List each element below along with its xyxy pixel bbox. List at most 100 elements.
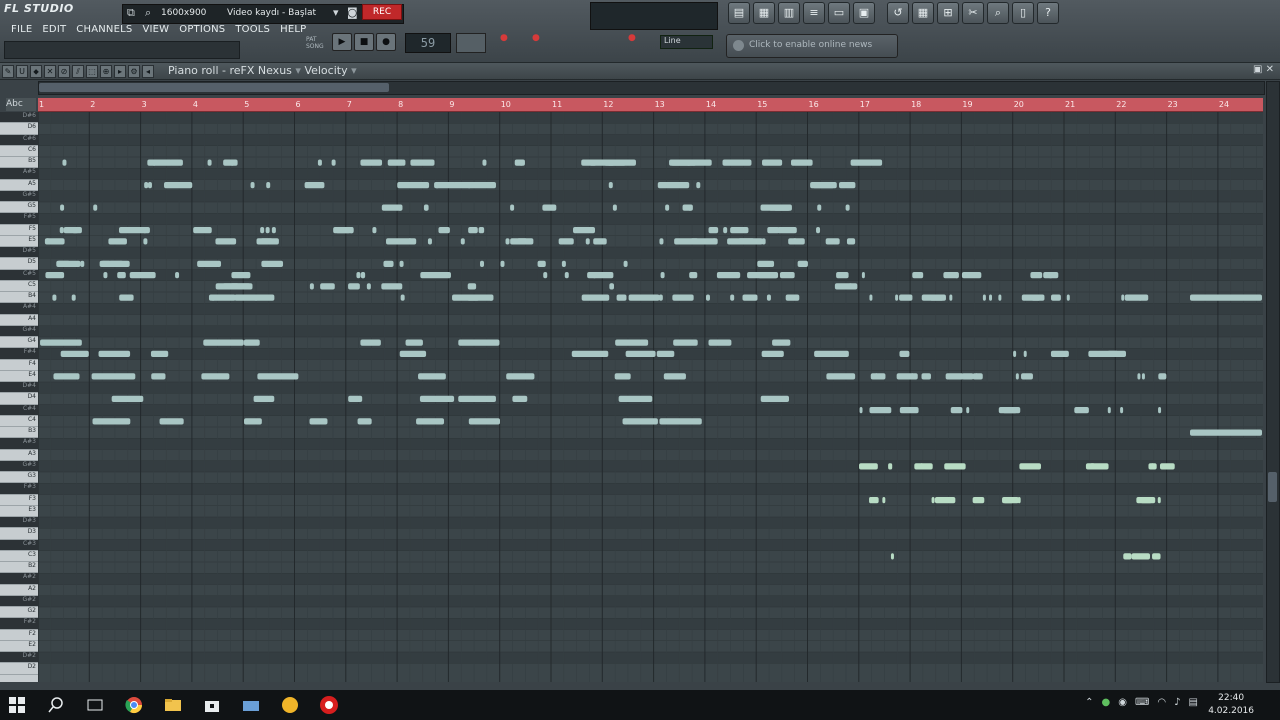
note[interactable] (197, 260, 222, 267)
piano-key-asharp5[interactable]: A#5 (0, 168, 38, 180)
recorder-app-icon[interactable] (319, 695, 339, 715)
note[interactable] (931, 497, 935, 504)
piano-key-asharp3[interactable]: A#3 (0, 438, 38, 450)
note[interactable] (869, 407, 892, 414)
note[interactable] (231, 272, 251, 279)
piano-key-dsharp4[interactable]: D#4 (0, 382, 38, 394)
piano-key-gsharp3[interactable]: G#3 (0, 460, 38, 472)
task-view-icon[interactable] (85, 695, 105, 715)
note[interactable] (850, 159, 883, 166)
note[interactable] (1158, 407, 1162, 414)
note[interactable] (581, 294, 610, 301)
note[interactable] (934, 497, 956, 504)
note[interactable] (482, 159, 487, 166)
note[interactable] (921, 373, 931, 380)
note[interactable] (1136, 497, 1156, 504)
file-explorer-icon[interactable] (163, 695, 183, 715)
note[interactable] (618, 395, 653, 402)
paint-icon[interactable]: ⬥ (30, 65, 42, 78)
note[interactable] (674, 238, 699, 245)
piano-key-c5[interactable]: C5 (0, 281, 38, 292)
note[interactable] (400, 294, 405, 301)
channel-rack-icon[interactable]: ▥ (778, 2, 800, 24)
app-tray-icon[interactable]: ◉ (1118, 697, 1127, 708)
note[interactable] (870, 373, 886, 380)
note[interactable] (593, 238, 607, 245)
window-icon[interactable]: ⧉ (127, 6, 135, 20)
note[interactable] (103, 272, 108, 279)
piano-key-csharp3[interactable]: C#3 (0, 539, 38, 551)
piano-key-a4[interactable]: A4 (0, 315, 38, 326)
note[interactable] (656, 350, 675, 357)
note[interactable] (271, 227, 276, 234)
note[interactable] (230, 159, 235, 166)
note[interactable] (257, 373, 299, 380)
note[interactable] (399, 260, 404, 267)
note[interactable] (817, 204, 822, 211)
note[interactable] (723, 227, 728, 234)
note[interactable] (356, 272, 361, 279)
camera-icon[interactable]: ◙ (347, 6, 358, 19)
note[interactable] (1131, 553, 1151, 560)
note[interactable] (1031, 294, 1045, 301)
note[interactable] (1107, 407, 1111, 414)
note[interactable] (929, 294, 946, 301)
note[interactable] (899, 294, 913, 301)
magnet-icon[interactable]: U (16, 65, 28, 78)
piano-key-b3[interactable]: B3 (0, 427, 38, 439)
piano-key-b5[interactable]: B5 (0, 157, 38, 169)
note[interactable] (151, 373, 166, 380)
note[interactable] (896, 373, 918, 380)
record-icon[interactable]: ● (500, 33, 508, 43)
note[interactable] (845, 204, 850, 211)
note[interactable] (659, 238, 664, 245)
piano-key-fsharp3[interactable]: F#3 (0, 483, 38, 495)
note[interactable] (564, 272, 569, 279)
note[interactable] (742, 294, 758, 301)
note[interactable] (401, 159, 406, 166)
note[interactable] (772, 339, 791, 346)
note[interactable] (961, 272, 982, 279)
note[interactable] (348, 283, 360, 290)
note[interactable] (571, 350, 609, 357)
note[interactable] (810, 182, 835, 189)
note[interactable] (1013, 350, 1017, 357)
note[interactable] (816, 227, 821, 234)
note[interactable] (309, 418, 328, 425)
note[interactable] (516, 238, 528, 245)
note[interactable] (625, 350, 656, 357)
piano-key-gsharp4[interactable]: G#4 (0, 325, 38, 337)
note[interactable] (757, 260, 773, 267)
note[interactable] (1050, 350, 1069, 357)
note[interactable] (573, 227, 596, 234)
note[interactable] (1137, 373, 1141, 380)
browser-icon[interactable]: ▭ (828, 2, 850, 24)
note[interactable] (543, 272, 548, 279)
piano-key-c6[interactable]: C6 (0, 146, 38, 157)
note[interactable] (1002, 407, 1018, 414)
mute-icon[interactable]: ⊘ (58, 65, 70, 78)
note[interactable] (826, 373, 856, 380)
slice-icon[interactable]: ⫽ (72, 65, 84, 78)
note[interactable] (1138, 294, 1149, 301)
note[interactable] (1015, 373, 1019, 380)
note[interactable] (612, 204, 617, 211)
note[interactable] (488, 294, 493, 301)
note[interactable] (982, 294, 986, 301)
chrome-icon[interactable] (124, 695, 144, 715)
piano-key-g4[interactable]: G4 (0, 337, 38, 349)
note[interactable] (1159, 463, 1175, 470)
note[interactable] (164, 182, 193, 189)
note[interactable] (427, 238, 432, 245)
note[interactable] (537, 260, 546, 267)
play-button[interactable]: ▶ (332, 33, 352, 51)
maximize-icon[interactable]: ▣ (1253, 64, 1262, 75)
note[interactable] (672, 294, 694, 301)
note[interactable] (244, 418, 262, 425)
note[interactable] (45, 238, 50, 245)
undo-icon[interactable]: ↺ (887, 2, 909, 24)
note[interactable] (859, 407, 863, 414)
note[interactable] (317, 159, 322, 166)
note[interactable] (372, 227, 377, 234)
note[interactable] (1141, 373, 1145, 380)
